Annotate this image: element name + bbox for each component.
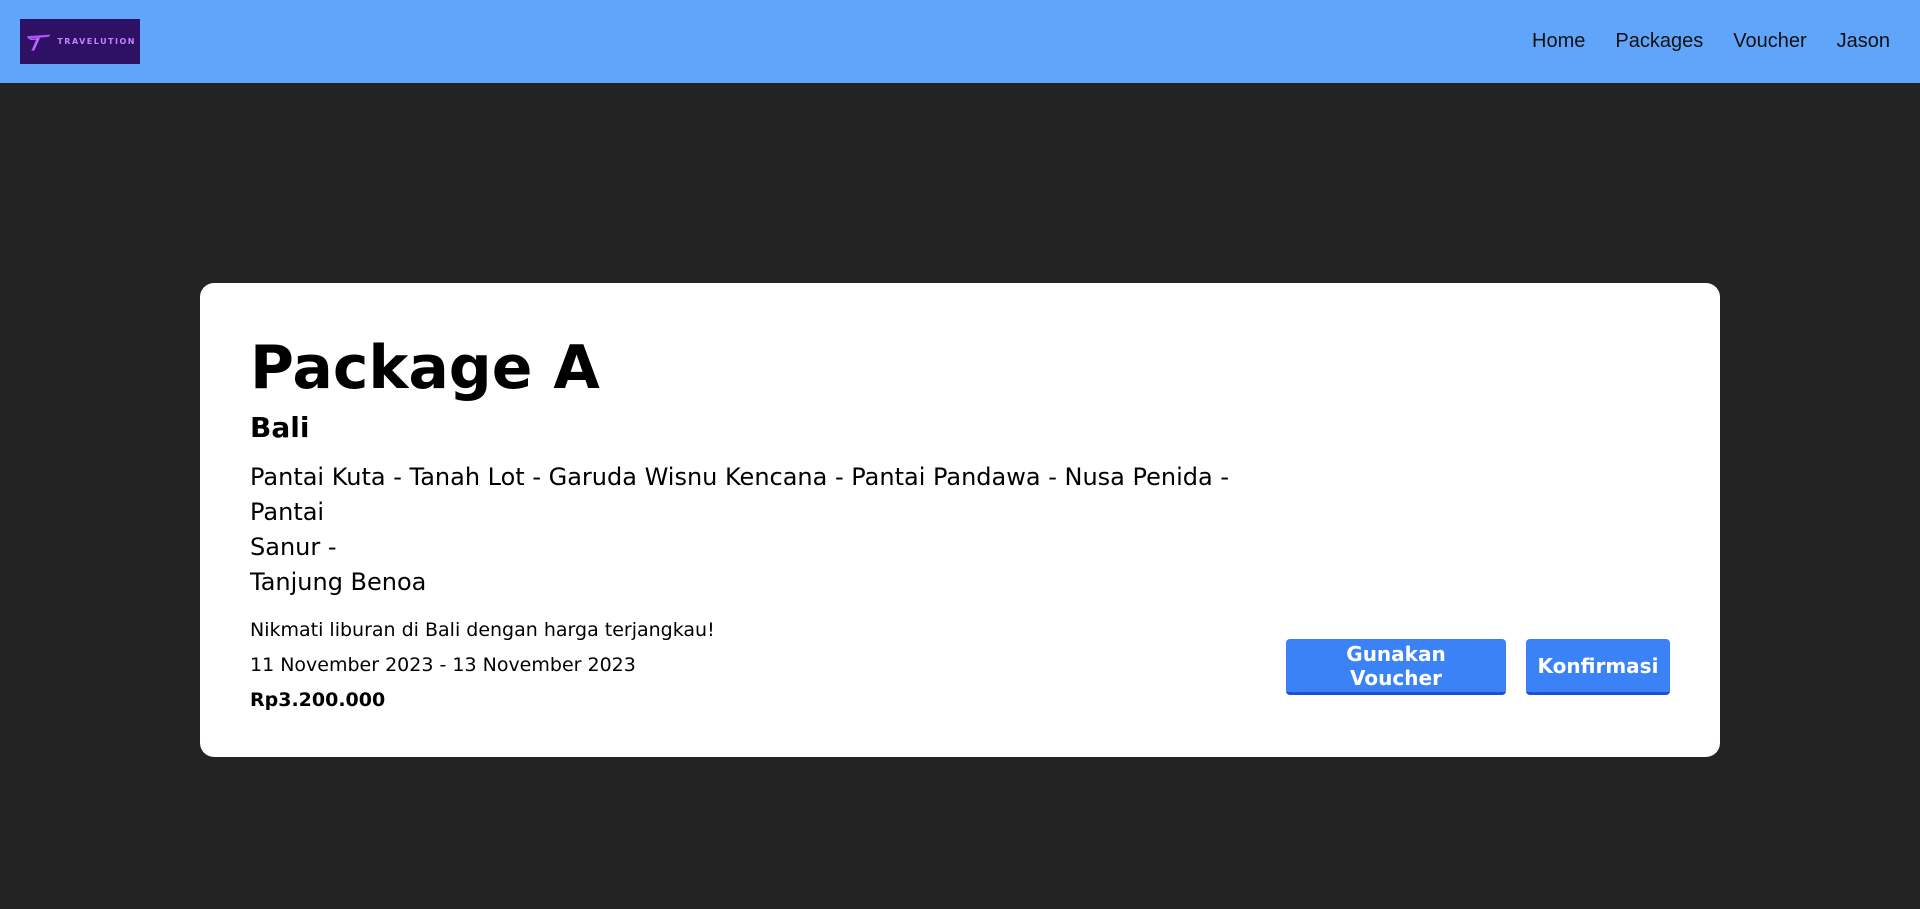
nav-home-link[interactable]: Home <box>1532 30 1585 53</box>
confirm-button[interactable]: Konfirmasi <box>1526 639 1670 695</box>
package-description: Nikmati liburan di Bali dengan harga ter… <box>250 619 715 641</box>
use-voucher-button[interactable]: Gunakan Voucher <box>1286 639 1506 695</box>
nav-voucher-link[interactable]: Voucher <box>1733 30 1806 53</box>
brand-logo[interactable]: TRAVELUTION <box>20 19 140 64</box>
package-route: Pantai Kuta - Tanah Lot - Garuda Wisnu K… <box>250 460 1250 600</box>
package-details: Nikmati liburan di Bali dengan harga ter… <box>250 613 715 718</box>
package-title: Package A <box>250 333 600 403</box>
logo-t-icon <box>26 34 51 51</box>
package-dates: 11 November 2023 - 13 November 2023 <box>250 654 636 676</box>
route-line: Tanjung Benoa <box>250 568 427 596</box>
package-location: Bali <box>250 411 310 444</box>
card-actions: Gunakan Voucher Konfirmasi <box>1286 639 1670 695</box>
navbar: TRAVELUTION Home Packages Voucher Jason <box>0 0 1920 83</box>
logo-text: TRAVELUTION <box>57 37 136 46</box>
route-line: Pantai Kuta - Tanah Lot - Garuda Wisnu K… <box>250 463 1229 526</box>
package-card: Package A Bali Pantai Kuta - Tanah Lot -… <box>200 283 1720 757</box>
package-price: Rp3.200.000 <box>250 689 386 711</box>
nav-packages-link[interactable]: Packages <box>1615 30 1703 53</box>
route-line: Sanur - <box>250 533 337 561</box>
nav-user-link[interactable]: Jason <box>1837 30 1890 53</box>
nav-links: Home Packages Voucher Jason <box>1532 30 1900 53</box>
